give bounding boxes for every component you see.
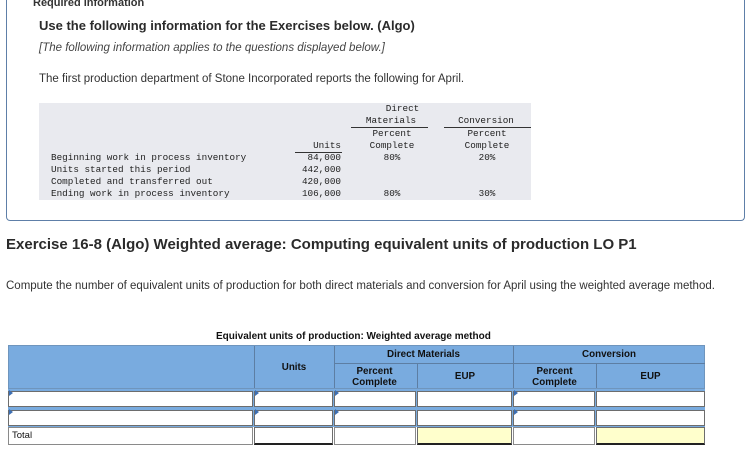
dm-header-line2: Materials [365, 115, 417, 126]
direct-materials-header: Direct Materials [387, 349, 460, 360]
conv-header-line3: Complete [464, 140, 510, 151]
total-dm-eup-input[interactable] [417, 427, 512, 445]
row-beginning-dm: 80% [383, 152, 401, 163]
conv-eup-header: EUP [640, 371, 661, 382]
dropdown-marker-icon [335, 390, 339, 396]
row2-units-input[interactable] [254, 410, 333, 426]
dropdown-marker-icon [514, 390, 518, 396]
row-started-label: Units started this period [51, 164, 191, 175]
use-following-title: Use the following information for the Ex… [39, 18, 415, 33]
total-label: Total [12, 430, 33, 441]
row2-label-input[interactable] [8, 410, 253, 426]
dropdown-marker-icon [255, 390, 259, 396]
total-row: Total [8, 427, 705, 446]
conversion-header: Conversion [582, 349, 636, 360]
row-beginning-label: Beginning work in process inventory [51, 152, 247, 163]
total-conv-percent-cell [513, 427, 595, 445]
dropdown-marker-icon [335, 409, 339, 415]
total-units-input[interactable] [254, 427, 333, 445]
dropdown-marker-icon [255, 409, 259, 415]
required-information-heading: Required information [33, 0, 145, 9]
row-beginning-conv: 20% [478, 152, 496, 163]
table-row [8, 389, 705, 408]
row-ending-dm: 80% [383, 188, 401, 199]
dm-header-line4: Complete [369, 140, 415, 151]
row-completed-units: 420,000 [301, 176, 341, 187]
dm-header-line3: Percent [372, 128, 412, 139]
applies-note: [The following information applies to th… [39, 42, 385, 54]
dm-header-line1: Direct [385, 103, 420, 114]
row1-units-input[interactable] [254, 391, 333, 407]
grid-caption: Equivalent units of production: Weighted… [216, 331, 491, 342]
total-conv-eup-input[interactable] [596, 427, 705, 445]
row2-conv-percent-input[interactable] [513, 410, 595, 426]
dm-eup-header: EUP [454, 371, 476, 382]
row-beginning-units: 84,000 [307, 152, 341, 163]
units-column-header: Units [281, 362, 307, 373]
row2-conv-eup-input[interactable] [596, 410, 705, 426]
row-ending-conv: 30% [478, 188, 496, 199]
table-row [8, 408, 705, 427]
row1-dm-eup-input[interactable] [417, 391, 512, 407]
row-ending-label: Ending work in process inventory [51, 188, 230, 199]
row1-conv-percent-input[interactable] [513, 391, 595, 407]
dm-percent-complete-header: Percent Complete [352, 366, 397, 388]
exercise-prompt: Compute the number of equivalent units o… [6, 280, 715, 292]
production-info-table: Direct Materials Percent Complete Conver… [39, 103, 531, 200]
row1-dm-percent-input[interactable] [334, 391, 416, 407]
row-completed-label: Completed and transferred out [51, 176, 213, 187]
row2-dm-eup-input[interactable] [417, 410, 512, 426]
dropdown-marker-icon [9, 409, 13, 415]
conv-header-line1: Conversion [458, 115, 514, 126]
row1-conv-eup-input[interactable] [596, 391, 705, 407]
conv-header-line2: Percent [467, 128, 507, 139]
dropdown-marker-icon [514, 409, 518, 415]
units-header: Units [313, 140, 341, 151]
dropdown-marker-icon [9, 390, 13, 396]
row1-label-input[interactable] [8, 391, 253, 407]
conv-percent-complete-header: Percent Complete [532, 366, 577, 388]
row-ending-units: 106,000 [301, 188, 341, 199]
grid-header: Units Direct Materials Conversion Percen… [8, 345, 705, 389]
row2-dm-percent-input[interactable] [334, 410, 416, 426]
row-started-units: 442,000 [301, 164, 341, 175]
total-label-cell: Total [8, 427, 253, 445]
total-dm-percent-cell [334, 427, 416, 445]
exercise-title: Exercise 16-8 (Algo) Weighted average: C… [6, 236, 637, 253]
intro-text: The first production department of Stone… [39, 73, 465, 85]
